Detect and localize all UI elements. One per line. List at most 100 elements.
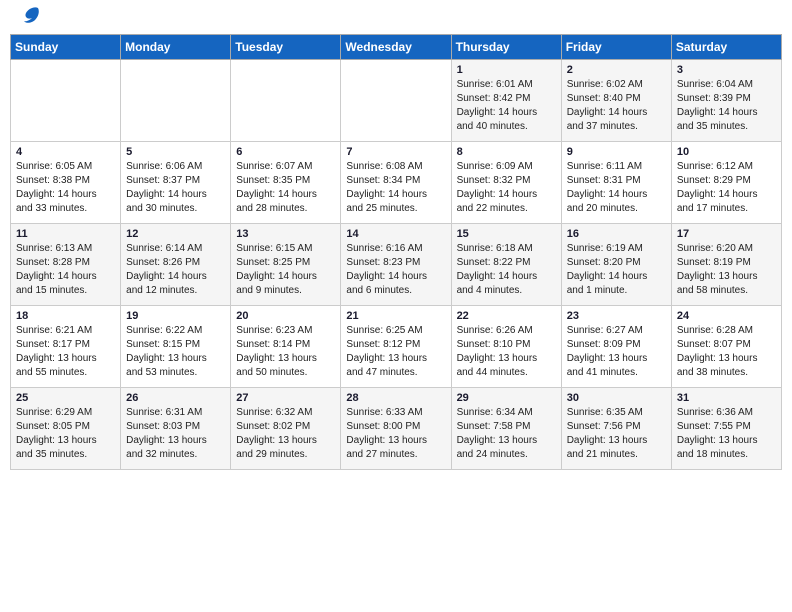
cell-content: Sunrise: 6:13 AM Sunset: 8:28 PM Dayligh… <box>16 242 115 298</box>
calendar-cell <box>121 60 231 142</box>
calendar-cell: 11Sunrise: 6:13 AM Sunset: 8:28 PM Dayli… <box>11 224 121 306</box>
day-number: 16 <box>567 228 666 240</box>
cell-content: Sunrise: 6:28 AM Sunset: 8:07 PM Dayligh… <box>677 324 776 380</box>
cell-content: Sunrise: 6:19 AM Sunset: 8:20 PM Dayligh… <box>567 242 666 298</box>
cell-content: Sunrise: 6:31 AM Sunset: 8:03 PM Dayligh… <box>126 406 225 462</box>
calendar-week-1: 1 Sunrise: 6:01 AM Sunset: 8:42 PM Daylig… <box>11 60 782 142</box>
cell-content: Sunrise: 6:01 AM Sunset: 8:42 PM Dayligh… <box>457 78 556 134</box>
day-number: 31 <box>677 392 776 404</box>
calendar-cell: 21 Sunrise: 6:25 AM Sunset: 8:12 PM Dayli… <box>341 306 451 388</box>
calendar-cell: 7Sunrise: 6:08 AM Sunset: 8:34 PM Daylig… <box>341 142 451 224</box>
day-number: 12 <box>126 228 225 240</box>
calendar-cell: 3 Sunrise: 6:04 AM Sunset: 8:39 PM Daylig… <box>671 60 781 142</box>
calendar-table: Sunday Monday Tuesday Wednesday Thursday… <box>10 34 782 470</box>
day-number: 1 <box>457 64 556 76</box>
cell-content: Sunrise: 6:07 AM Sunset: 8:35 PM Dayligh… <box>236 160 335 216</box>
calendar-cell: 1 Sunrise: 6:01 AM Sunset: 8:42 PM Daylig… <box>451 60 561 142</box>
calendar-cell: 9 Sunrise: 6:11 AM Sunset: 8:31 PM Daylig… <box>561 142 671 224</box>
day-number: 22 <box>457 310 556 322</box>
cell-content: Sunrise: 6:05 AM Sunset: 8:38 PM Dayligh… <box>16 160 115 216</box>
col-saturday: Saturday <box>671 35 781 60</box>
calendar-cell: 14 Sunrise: 6:16 AM Sunset: 8:23 PM Dayli… <box>341 224 451 306</box>
cell-content: Sunrise: 6:12 AM Sunset: 8:29 PM Dayligh… <box>677 160 776 216</box>
calendar-cell: 27Sunrise: 6:32 AM Sunset: 8:02 PM Dayli… <box>231 388 341 470</box>
cell-content: Sunrise: 6:35 AM Sunset: 7:56 PM Dayligh… <box>567 406 666 462</box>
col-friday: Friday <box>561 35 671 60</box>
calendar-cell: 8 Sunrise: 6:09 AM Sunset: 8:32 PM Daylig… <box>451 142 561 224</box>
col-sunday: Sunday <box>11 35 121 60</box>
day-number: 30 <box>567 392 666 404</box>
cell-content: Sunrise: 6:25 AM Sunset: 8:12 PM Dayligh… <box>346 324 445 380</box>
calendar-cell: 13 Sunrise: 6:15 AM Sunset: 8:25 PM Dayli… <box>231 224 341 306</box>
day-number: 9 <box>567 146 666 158</box>
day-number: 15 <box>457 228 556 240</box>
cell-content: Sunrise: 6:14 AM Sunset: 8:26 PM Dayligh… <box>126 242 225 298</box>
calendar-week-4: 18 Sunrise: 6:21 AM Sunset: 8:17 PM Dayli… <box>11 306 782 388</box>
cell-content: Sunrise: 6:33 AM Sunset: 8:00 PM Dayligh… <box>346 406 445 462</box>
cell-content: Sunrise: 6:16 AM Sunset: 8:23 PM Dayligh… <box>346 242 445 298</box>
cell-content: Sunrise: 6:11 AM Sunset: 8:31 PM Dayligh… <box>567 160 666 216</box>
day-number: 17 <box>677 228 776 240</box>
logo-bird-icon <box>20 4 42 26</box>
day-number: 10 <box>677 146 776 158</box>
col-thursday: Thursday <box>451 35 561 60</box>
cell-content: Sunrise: 6:27 AM Sunset: 8:09 PM Dayligh… <box>567 324 666 380</box>
calendar-cell: 24 Sunrise: 6:28 AM Sunset: 8:07 PM Dayli… <box>671 306 781 388</box>
cell-content: Sunrise: 6:15 AM Sunset: 8:25 PM Dayligh… <box>236 242 335 298</box>
cell-content: Sunrise: 6:32 AM Sunset: 8:02 PM Dayligh… <box>236 406 335 462</box>
day-number: 6 <box>236 146 335 158</box>
cell-content: Sunrise: 6:06 AM Sunset: 8:37 PM Dayligh… <box>126 160 225 216</box>
header-row: Sunday Monday Tuesday Wednesday Thursday… <box>11 35 782 60</box>
calendar-cell: 22 Sunrise: 6:26 AM Sunset: 8:10 PM Dayli… <box>451 306 561 388</box>
cell-content: Sunrise: 6:36 AM Sunset: 7:55 PM Dayligh… <box>677 406 776 462</box>
cell-content: Sunrise: 6:21 AM Sunset: 8:17 PM Dayligh… <box>16 324 115 380</box>
day-number: 26 <box>126 392 225 404</box>
calendar-cell: 17 Sunrise: 6:20 AM Sunset: 8:19 PM Dayli… <box>671 224 781 306</box>
calendar-cell <box>11 60 121 142</box>
calendar-cell: 28 Sunrise: 6:33 AM Sunset: 8:00 PM Dayli… <box>341 388 451 470</box>
calendar-cell <box>341 60 451 142</box>
calendar-week-3: 11Sunrise: 6:13 AM Sunset: 8:28 PM Dayli… <box>11 224 782 306</box>
calendar-week-5: 25 Sunrise: 6:29 AM Sunset: 8:05 PM Dayli… <box>11 388 782 470</box>
cell-content: Sunrise: 6:29 AM Sunset: 8:05 PM Dayligh… <box>16 406 115 462</box>
calendar-cell <box>231 60 341 142</box>
day-number: 3 <box>677 64 776 76</box>
calendar-cell: 2 Sunrise: 6:02 AM Sunset: 8:40 PM Daylig… <box>561 60 671 142</box>
day-number: 23 <box>567 310 666 322</box>
day-number: 24 <box>677 310 776 322</box>
cell-content: Sunrise: 6:04 AM Sunset: 8:39 PM Dayligh… <box>677 78 776 134</box>
day-number: 20 <box>236 310 335 322</box>
cell-content: Sunrise: 6:02 AM Sunset: 8:40 PM Dayligh… <box>567 78 666 134</box>
cell-content: Sunrise: 6:18 AM Sunset: 8:22 PM Dayligh… <box>457 242 556 298</box>
calendar-cell: 30 Sunrise: 6:35 AM Sunset: 7:56 PM Dayli… <box>561 388 671 470</box>
cell-content: Sunrise: 6:34 AM Sunset: 7:58 PM Dayligh… <box>457 406 556 462</box>
day-number: 25 <box>16 392 115 404</box>
calendar-week-2: 4 Sunrise: 6:05 AM Sunset: 8:38 PM Daylig… <box>11 142 782 224</box>
day-number: 13 <box>236 228 335 240</box>
cell-content: Sunrise: 6:26 AM Sunset: 8:10 PM Dayligh… <box>457 324 556 380</box>
col-monday: Monday <box>121 35 231 60</box>
day-number: 2 <box>567 64 666 76</box>
calendar-cell: 25 Sunrise: 6:29 AM Sunset: 8:05 PM Dayli… <box>11 388 121 470</box>
calendar-cell: 19Sunrise: 6:22 AM Sunset: 8:15 PM Dayli… <box>121 306 231 388</box>
page-header <box>0 0 792 30</box>
day-number: 4 <box>16 146 115 158</box>
calendar-cell: 23 Sunrise: 6:27 AM Sunset: 8:09 PM Dayli… <box>561 306 671 388</box>
calendar-cell: 6 Sunrise: 6:07 AM Sunset: 8:35 PM Daylig… <box>231 142 341 224</box>
day-number: 8 <box>457 146 556 158</box>
calendar-body: 1 Sunrise: 6:01 AM Sunset: 8:42 PM Daylig… <box>11 60 782 470</box>
col-wednesday: Wednesday <box>341 35 451 60</box>
day-number: 5 <box>126 146 225 158</box>
calendar-header: Sunday Monday Tuesday Wednesday Thursday… <box>11 35 782 60</box>
calendar-cell: 20Sunrise: 6:23 AM Sunset: 8:14 PM Dayli… <box>231 306 341 388</box>
cell-content: Sunrise: 6:09 AM Sunset: 8:32 PM Dayligh… <box>457 160 556 216</box>
cell-content: Sunrise: 6:20 AM Sunset: 8:19 PM Dayligh… <box>677 242 776 298</box>
day-number: 29 <box>457 392 556 404</box>
calendar-cell: 16 Sunrise: 6:19 AM Sunset: 8:20 PM Dayli… <box>561 224 671 306</box>
day-number: 14 <box>346 228 445 240</box>
day-number: 28 <box>346 392 445 404</box>
day-number: 18 <box>16 310 115 322</box>
day-number: 21 <box>346 310 445 322</box>
calendar-container: Sunday Monday Tuesday Wednesday Thursday… <box>0 34 792 480</box>
calendar-cell: 15 Sunrise: 6:18 AM Sunset: 8:22 PM Dayli… <box>451 224 561 306</box>
